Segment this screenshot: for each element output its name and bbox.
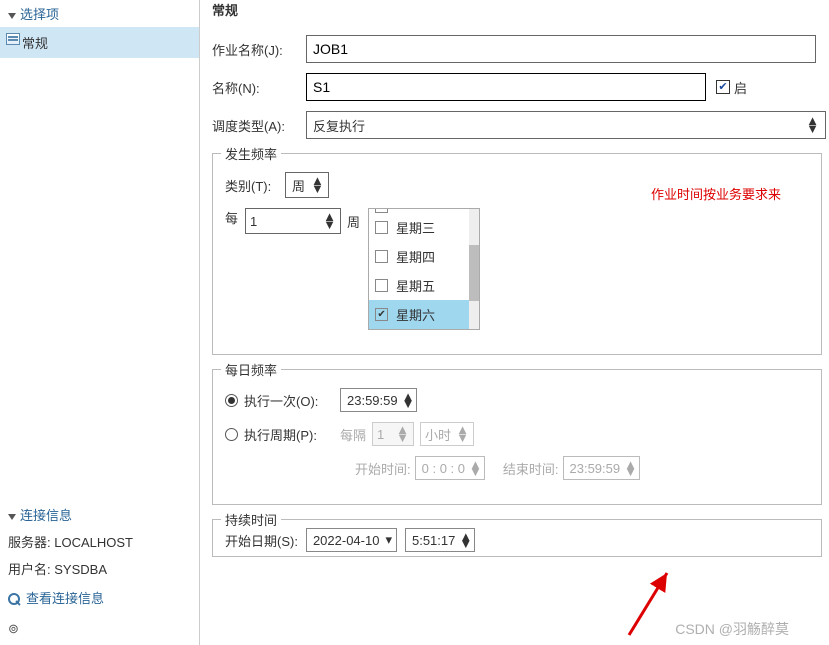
- spinner-icon: ▲▼: [311, 177, 324, 193]
- name-label: 名称(N):: [212, 78, 306, 97]
- type-label: 类别(T):: [225, 176, 285, 195]
- duration-legend: 持续时间: [221, 510, 281, 529]
- sidebar-item-general[interactable]: 常规: [0, 27, 199, 58]
- name-input[interactable]: [306, 73, 706, 101]
- every-label: 每: [225, 208, 245, 227]
- checkbox-icon: [375, 221, 388, 234]
- check-icon: ✔: [718, 82, 727, 93]
- end-time-label: 结束时间:: [503, 459, 559, 478]
- watermark: CSDN @羽觞醉莫: [675, 619, 789, 639]
- view-connection-link[interactable]: 查看连接信息: [0, 582, 199, 613]
- job-name-input[interactable]: [306, 35, 816, 63]
- every-unit: 周: [347, 212, 360, 231]
- exec-period-radio[interactable]: [225, 428, 238, 441]
- start-time-input: 0 : 0 : 0 ▲▼: [415, 456, 485, 480]
- checkbox-icon: ✔: [375, 308, 388, 321]
- type-select[interactable]: 周 ▲▼: [285, 172, 329, 198]
- daily-fieldset: 每日频率 执行一次(O): 23:59:59 ▲▼ 执行周期(P): 每隔 1 …: [212, 369, 822, 505]
- spinner-icon: ▲▼: [624, 461, 637, 475]
- spinner-icon: ▲▼: [806, 117, 819, 133]
- exec-once-radio[interactable]: [225, 394, 238, 407]
- weekday-option[interactable]: 星期五: [369, 271, 479, 300]
- scrollbar[interactable]: [469, 209, 479, 329]
- server-row: 服务器: LOCALHOST: [0, 528, 199, 555]
- arrow-annotation-icon: [619, 565, 679, 645]
- sidebar-item-label: 常规: [22, 36, 48, 51]
- duration-fieldset: 持续时间 开始日期(S): 2022-04-10 ▾ 5:51:17 ▲▼: [212, 519, 822, 557]
- spinner-icon: ▲▼: [402, 393, 415, 407]
- period-every-label: 每隔: [340, 425, 366, 444]
- spinner-icon: ▲▼: [323, 213, 336, 229]
- once-time-input[interactable]: 23:59:59 ▲▼: [340, 388, 417, 412]
- exec-period-label: 执行周期(P):: [244, 425, 340, 444]
- spinner-icon: ▲▼: [469, 461, 482, 475]
- checkbox-icon: [375, 279, 388, 292]
- checkbox-icon: [375, 250, 388, 263]
- user-row: 用户名: SYSDBA: [0, 555, 199, 582]
- daily-legend: 每日频率: [221, 360, 281, 379]
- magnifier-icon: [8, 593, 22, 607]
- weekday-option[interactable]: ✔星期六: [369, 300, 479, 329]
- annotation-note: 作业时间按业务要求来: [651, 184, 781, 203]
- weekday-option[interactable]: 星期三: [369, 213, 479, 242]
- spinner-icon: ▲▼: [459, 533, 472, 547]
- options-header: 选择项: [0, 0, 199, 27]
- frequency-legend: 发生频率: [221, 144, 281, 163]
- weekday-dropdown[interactable]: 星期三 星期四 星期五 ✔星期六: [368, 208, 480, 330]
- help-icon[interactable]: ⊚: [0, 613, 199, 645]
- weekday-option[interactable]: 星期四: [369, 242, 479, 271]
- enable-label: 启: [734, 78, 747, 97]
- page-title: 常规: [212, 0, 829, 25]
- end-time-input: 23:59:59 ▲▼: [563, 456, 640, 480]
- sched-type-label: 调度类型(A):: [212, 116, 306, 135]
- job-name-label: 作业名称(J):: [212, 40, 306, 59]
- start-time2-input[interactable]: 5:51:17 ▲▼: [405, 528, 475, 552]
- period-value-input: 1 ▲▼: [372, 422, 414, 446]
- enable-checkbox[interactable]: ✔: [716, 80, 730, 94]
- expand-icon: [8, 514, 16, 520]
- scrollbar-thumb[interactable]: [469, 245, 479, 301]
- spinner-icon: ▲▼: [396, 426, 409, 442]
- form-icon: [6, 33, 20, 45]
- frequency-fieldset: 发生频率 作业时间按业务要求来 类别(T): 周 ▲▼ 每 1 ▲▼ 周: [212, 153, 822, 355]
- start-time-label: 开始时间:: [355, 459, 411, 478]
- start-date-label: 开始日期(S):: [225, 531, 298, 550]
- expand-icon: [8, 13, 16, 19]
- radio-dot-icon: [228, 397, 235, 404]
- every-input[interactable]: 1 ▲▼: [245, 208, 341, 234]
- exec-once-label: 执行一次(O):: [244, 391, 340, 410]
- sched-type-select[interactable]: 反复执行 ▲▼: [306, 111, 826, 139]
- start-date-input[interactable]: 2022-04-10 ▾: [306, 528, 397, 552]
- conn-info-header: 连接信息: [0, 501, 199, 528]
- spinner-icon: ▲▼: [456, 426, 469, 442]
- calendar-icon: ▾: [385, 532, 392, 548]
- period-unit-select: 小时 ▲▼: [420, 422, 474, 446]
